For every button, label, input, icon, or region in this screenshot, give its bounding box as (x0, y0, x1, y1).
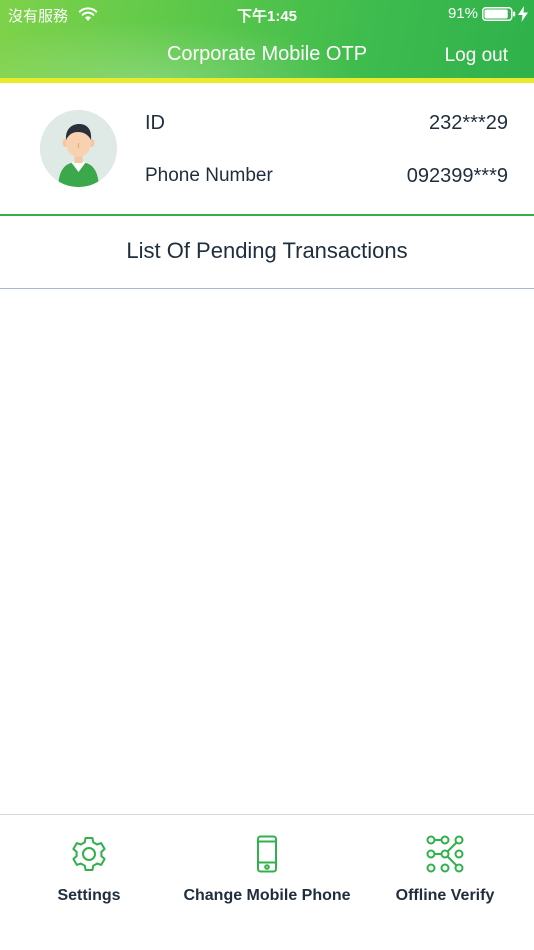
gear-icon (72, 837, 106, 871)
section-divider (0, 288, 534, 289)
tab-bar: Settings Change Mobile Phone Offline Ver… (0, 814, 534, 950)
id-value: 232***29 (429, 112, 508, 134)
charging-bolt-icon (518, 6, 528, 22)
tab-settings-label: Settings (57, 887, 121, 904)
tab-change-mobile-phone-label: Change Mobile Phone (183, 887, 351, 904)
tab-settings[interactable]: Settings (0, 835, 178, 905)
id-label: ID (145, 112, 165, 134)
tab-offline-verify-label: Offline Verify (395, 887, 495, 904)
pattern-grid-icon (426, 835, 464, 873)
tab-offline-verify[interactable]: Offline Verify (356, 835, 534, 905)
mobile-phone-icon (257, 835, 277, 873)
phone-number-label: Phone Number (145, 165, 273, 186)
profile-card: ID 232***29 Phone Number 092399***9 (0, 83, 534, 214)
tab-change-mobile-phone[interactable]: Change Mobile Phone (178, 835, 356, 905)
logout-button[interactable]: Log out (445, 45, 508, 67)
status-bar: 沒有服務 下午1:45 91% (0, 0, 534, 28)
battery-icon (482, 7, 516, 21)
phone-number-value: 092399***9 (406, 165, 508, 187)
profile-divider (0, 214, 534, 216)
battery-percent: 91% (447, 5, 478, 22)
pending-transactions-title: List Of Pending Transactions (126, 238, 408, 263)
avatar (40, 110, 117, 187)
user-avatar-icon (40, 110, 117, 187)
